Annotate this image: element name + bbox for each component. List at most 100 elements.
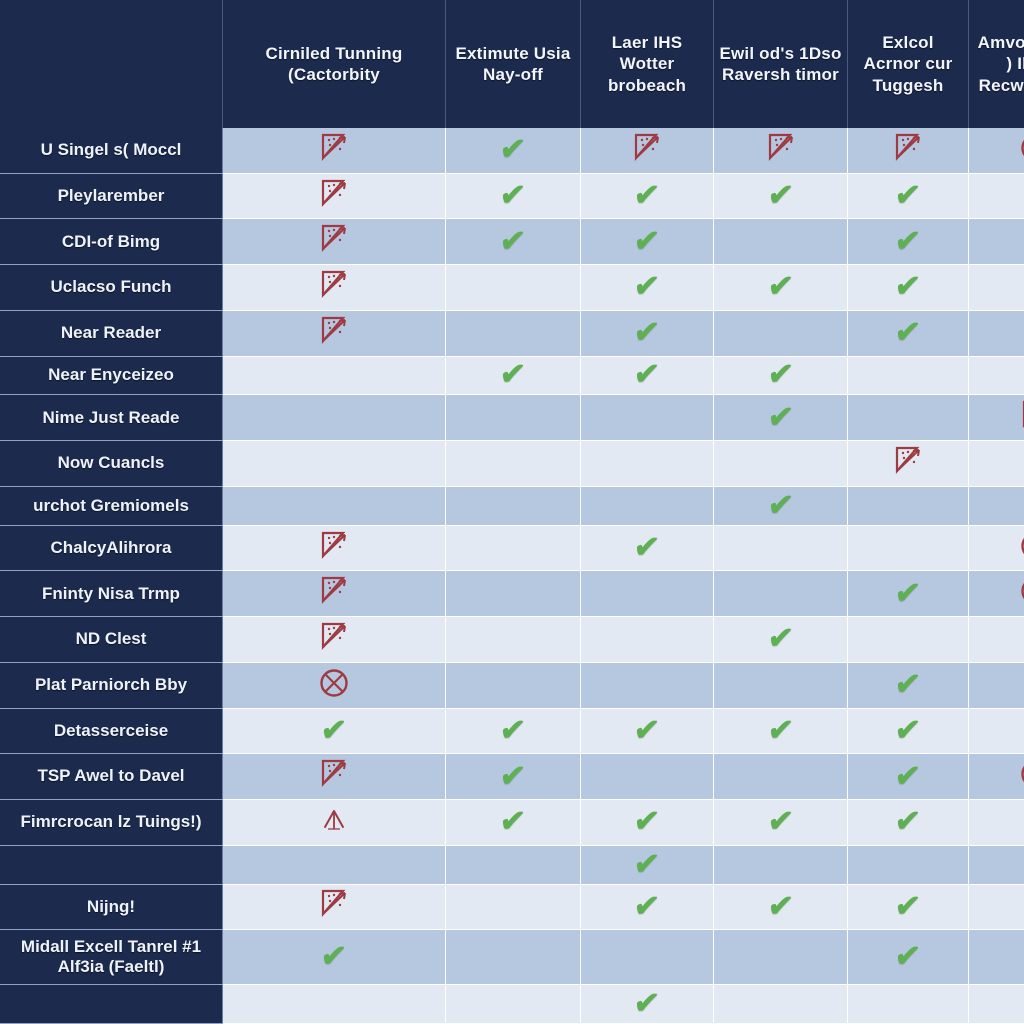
cell-r18-c5[interactable] xyxy=(968,929,1024,985)
cell-r6-c4[interactable] xyxy=(847,394,969,442)
cell-r11-c1[interactable] xyxy=(445,616,581,663)
cell-r14-c0[interactable] xyxy=(222,753,446,800)
cell-r8-c0[interactable] xyxy=(222,486,446,526)
row-label-17[interactable]: Nijng! xyxy=(0,884,223,931)
cell-r16-c0[interactable] xyxy=(222,845,446,885)
cell-r10-c3[interactable] xyxy=(713,570,848,618)
row-label-10[interactable]: Fninty Nisa Trmp xyxy=(0,570,223,618)
cell-r12-c5[interactable] xyxy=(968,662,1024,709)
cell-r5-c1[interactable]: ✔ xyxy=(445,356,581,396)
cell-r12-c0[interactable] xyxy=(222,662,446,709)
cell-r1-c4[interactable]: ✔ xyxy=(847,173,969,220)
cell-r15-c0[interactable] xyxy=(222,799,446,846)
cell-r3-c4[interactable]: ✔ xyxy=(847,264,969,311)
cell-r15-c4[interactable]: ✔ xyxy=(847,799,969,846)
cell-r13-c1[interactable]: ✔ xyxy=(445,708,581,755)
cell-r2-c1[interactable]: ✔ xyxy=(445,218,581,266)
row-label-13[interactable]: Detasserceise xyxy=(0,708,223,755)
row-label-9[interactable]: ChalcyAlihrora xyxy=(0,525,223,572)
cell-r7-c2[interactable] xyxy=(580,440,714,487)
row-label-11[interactable]: ND Clest xyxy=(0,616,223,663)
column-header-0[interactable]: Cirniled Tunning (Cactorbity xyxy=(222,0,446,128)
cell-r4-c5[interactable] xyxy=(968,310,1024,357)
cell-r16-c4[interactable] xyxy=(847,845,969,885)
cell-r15-c3[interactable]: ✔ xyxy=(713,799,848,846)
row-label-1[interactable]: Pleylarember xyxy=(0,173,223,220)
cell-r10-c1[interactable] xyxy=(445,570,581,618)
cell-r5-c0[interactable] xyxy=(222,356,446,396)
cell-r5-c4[interactable] xyxy=(847,356,969,396)
cell-r17-c4[interactable]: ✔ xyxy=(847,884,969,931)
cell-r16-c2[interactable]: ✔ xyxy=(580,845,714,885)
cell-r1-c1[interactable]: ✔ xyxy=(445,173,581,220)
row-label-5[interactable]: Near Enyceizeo xyxy=(0,356,223,396)
cell-r2-c0[interactable] xyxy=(222,218,446,266)
cell-r12-c2[interactable] xyxy=(580,662,714,709)
cell-r3-c3[interactable]: ✔ xyxy=(713,264,848,311)
cell-r18-c1[interactable] xyxy=(445,929,581,985)
cell-r17-c0[interactable] xyxy=(222,884,446,931)
cell-r14-c2[interactable] xyxy=(580,753,714,800)
cell-r11-c4[interactable] xyxy=(847,616,969,663)
cell-r2-c4[interactable]: ✔ xyxy=(847,218,969,266)
cell-r19-c5[interactable] xyxy=(968,984,1024,1024)
cell-r18-c0[interactable]: ✔ xyxy=(222,929,446,985)
cell-r15-c2[interactable]: ✔ xyxy=(580,799,714,846)
cell-r8-c3[interactable]: ✔ xyxy=(713,486,848,526)
row-label-0[interactable]: U Singel s( Moccl xyxy=(0,128,223,174)
row-label-18[interactable]: Midall Excell Tanrel #1 Alf3ia (Faeltl) xyxy=(0,929,223,985)
cell-r11-c5[interactable] xyxy=(968,616,1024,663)
cell-r16-c1[interactable] xyxy=(445,845,581,885)
cell-r6-c1[interactable] xyxy=(445,394,581,442)
cell-r8-c1[interactable] xyxy=(445,486,581,526)
row-label-7[interactable]: Now Cuancls xyxy=(0,440,223,487)
cell-r1-c2[interactable]: ✔ xyxy=(580,173,714,220)
cell-r7-c0[interactable] xyxy=(222,440,446,487)
cell-r2-c2[interactable]: ✔ xyxy=(580,218,714,266)
cell-r13-c2[interactable]: ✔ xyxy=(580,708,714,755)
row-label-12[interactable]: Plat Parniorch Bby xyxy=(0,662,223,709)
cell-r4-c2[interactable]: ✔ xyxy=(580,310,714,357)
cell-r7-c5[interactable] xyxy=(968,440,1024,487)
cell-r19-c0[interactable] xyxy=(222,984,446,1024)
cell-r3-c5[interactable] xyxy=(968,264,1024,311)
column-header-5[interactable]: Amvouk (BDJ ) Ihach Recwny-yods xyxy=(968,0,1024,128)
row-label-4[interactable]: Near Reader xyxy=(0,310,223,357)
cell-r0-c0[interactable] xyxy=(222,128,446,174)
cell-r9-c5[interactable] xyxy=(968,525,1024,572)
row-label-2[interactable]: CDI-of Bimg xyxy=(0,218,223,266)
cell-r1-c5[interactable] xyxy=(968,173,1024,220)
cell-r14-c5[interactable] xyxy=(968,753,1024,800)
cell-r4-c4[interactable]: ✔ xyxy=(847,310,969,357)
cell-r15-c5[interactable] xyxy=(968,799,1024,846)
cell-r6-c0[interactable] xyxy=(222,394,446,442)
cell-r3-c2[interactable]: ✔ xyxy=(580,264,714,311)
cell-r6-c5[interactable] xyxy=(968,394,1024,442)
cell-r18-c3[interactable] xyxy=(713,929,848,985)
row-label-14[interactable]: TSP Awel to Davel xyxy=(0,753,223,800)
cell-r11-c0[interactable] xyxy=(222,616,446,663)
cell-r13-c4[interactable]: ✔ xyxy=(847,708,969,755)
cell-r12-c1[interactable] xyxy=(445,662,581,709)
cell-r14-c3[interactable] xyxy=(713,753,848,800)
cell-r6-c3[interactable]: ✔ xyxy=(713,394,848,442)
cell-r13-c0[interactable]: ✔ xyxy=(222,708,446,755)
cell-r8-c5[interactable] xyxy=(968,486,1024,526)
cell-r3-c0[interactable] xyxy=(222,264,446,311)
column-header-3[interactable]: Ewil od's 1Dso Raversh timor xyxy=(713,0,848,128)
cell-r18-c2[interactable] xyxy=(580,929,714,985)
cell-r1-c0[interactable] xyxy=(222,173,446,220)
cell-r7-c4[interactable] xyxy=(847,440,969,487)
column-header-1[interactable]: Extimute Usia Nay-off xyxy=(445,0,581,128)
cell-r16-c3[interactable] xyxy=(713,845,848,885)
cell-r19-c4[interactable] xyxy=(847,984,969,1024)
cell-r15-c1[interactable]: ✔ xyxy=(445,799,581,846)
row-label-16[interactable] xyxy=(0,845,223,885)
cell-r6-c2[interactable] xyxy=(580,394,714,442)
cell-r1-c3[interactable]: ✔ xyxy=(713,173,848,220)
cell-r17-c2[interactable]: ✔ xyxy=(580,884,714,931)
cell-r17-c3[interactable]: ✔ xyxy=(713,884,848,931)
cell-r7-c3[interactable] xyxy=(713,440,848,487)
cell-r19-c3[interactable] xyxy=(713,984,848,1024)
cell-r3-c1[interactable] xyxy=(445,264,581,311)
